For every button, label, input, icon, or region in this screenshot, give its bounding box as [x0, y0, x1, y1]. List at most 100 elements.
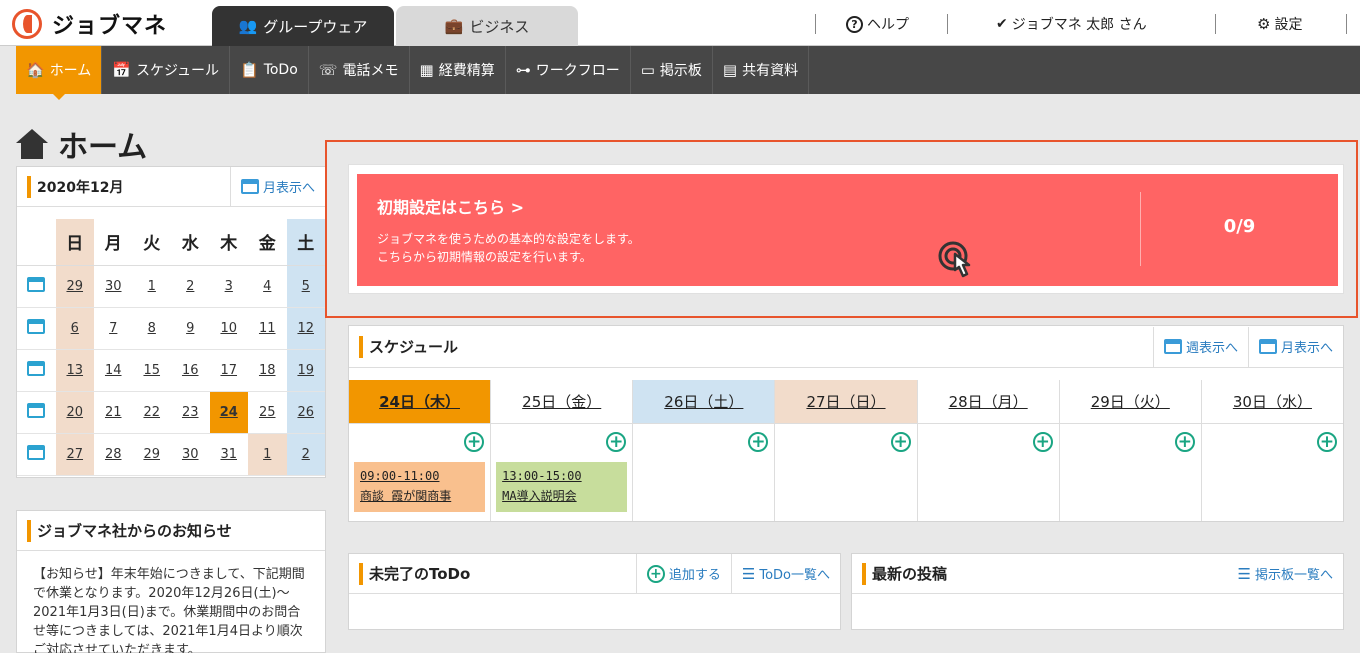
settings-link[interactable]: ⚙ 設定	[1257, 14, 1302, 34]
day-cell[interactable]: 18	[248, 349, 287, 392]
day-cell[interactable]: 22	[132, 391, 171, 434]
day-header[interactable]: 30日（水）	[1201, 380, 1343, 424]
day-cell[interactable]: 9	[171, 307, 210, 350]
day-link[interactable]: 16	[182, 363, 199, 378]
day-link[interactable]: 14	[105, 363, 122, 378]
week-view-icon[interactable]	[17, 265, 56, 308]
day-cell[interactable]: 15	[132, 349, 171, 392]
nav-home[interactable]: 🏠 ホーム	[16, 46, 103, 100]
day-cell[interactable]: 5	[286, 265, 325, 308]
day-link[interactable]: 30	[105, 279, 122, 294]
day-cell[interactable]: 12	[286, 307, 325, 350]
app-logo[interactable]: ジョブマネ	[12, 8, 167, 40]
day-cell[interactable]: 10	[209, 307, 248, 350]
day-link[interactable]: 13	[66, 363, 83, 378]
day-link[interactable]: 29	[143, 447, 160, 462]
day-link[interactable]: 30	[182, 447, 199, 462]
day-header[interactable]: 29日（火）	[1059, 380, 1201, 424]
day-link[interactable]: 7	[109, 321, 117, 336]
add-event-icon[interactable]: +	[748, 432, 769, 452]
day-link[interactable]: 27	[66, 447, 83, 462]
day-link[interactable]: 15	[143, 363, 160, 378]
day-link[interactable]: 5	[302, 279, 310, 294]
day-link[interactable]: 11	[259, 321, 276, 336]
day-cell[interactable]: 17	[209, 349, 248, 392]
add-event-icon[interactable]: +	[1316, 432, 1337, 452]
day-cell[interactable]: 6	[55, 307, 94, 350]
day-link[interactable]: 24	[220, 405, 238, 420]
day-cell[interactable]: 8	[132, 307, 171, 350]
day-cell[interactable]: 16	[171, 349, 210, 392]
day-link[interactable]: 9	[186, 321, 194, 336]
day-link[interactable]: 2	[302, 447, 310, 462]
day-header[interactable]: 25日（金）	[491, 380, 633, 424]
day-link[interactable]: 18	[259, 363, 276, 378]
week-view-icon[interactable]	[17, 349, 56, 392]
day-cell[interactable]: 19	[286, 349, 325, 392]
tab-business[interactable]: 💼 ビジネス	[396, 6, 578, 46]
add-todo-button[interactable]: + 追加する	[635, 553, 731, 594]
day-cell[interactable]: 23	[171, 391, 210, 434]
add-event-icon[interactable]: +	[890, 432, 911, 452]
day-link[interactable]: 19	[297, 363, 314, 378]
day-header-label[interactable]: 28日（月）	[949, 391, 1028, 412]
day-cell[interactable]: 25	[248, 391, 287, 434]
week-view-icon[interactable]	[17, 307, 56, 350]
day-cell[interactable]: 30	[171, 433, 210, 476]
day-link[interactable]: 17	[220, 363, 237, 378]
day-header[interactable]: 27日（日）	[775, 380, 917, 424]
month-view-link[interactable]: 月表示へ	[229, 166, 325, 207]
day-link[interactable]: 28	[105, 447, 122, 462]
day-cell[interactable]: 3	[209, 265, 248, 308]
day-cell[interactable]: 31	[209, 433, 248, 476]
day-cell[interactable]: 20	[55, 391, 94, 434]
day-link[interactable]: 10	[220, 321, 237, 336]
help-link[interactable]: ? ヘルプ	[846, 14, 909, 34]
tab-groupware[interactable]: 👥 グループウェア	[212, 6, 394, 46]
day-cell[interactable]: 21	[94, 391, 133, 434]
day-link[interactable]: 8	[148, 321, 156, 336]
nav-phone-memo[interactable]: ☏ 電話メモ	[309, 46, 410, 94]
nav-workflow[interactable]: ⊶ ワークフロー	[506, 46, 631, 94]
day-cell[interactable]: 29	[132, 433, 171, 476]
day-cell[interactable]: 1	[248, 433, 287, 476]
day-header-label[interactable]: 29日（火）	[1091, 391, 1170, 412]
day-cell-today[interactable]: 24	[209, 391, 248, 434]
day-cell[interactable]: 26	[286, 391, 325, 434]
month-view-link[interactable]: 月表示へ	[1247, 326, 1343, 367]
setup-title[interactable]: 初期設定はこちら >	[377, 194, 524, 218]
day-link[interactable]: 4	[263, 279, 271, 294]
schedule-event[interactable]: 13:00-15:00 MA導入説明会	[496, 462, 628, 512]
day-cell[interactable]: 4	[248, 265, 287, 308]
day-cell[interactable]: 1	[132, 265, 171, 308]
day-link[interactable]: 23	[182, 405, 199, 420]
day-header-label[interactable]: 25日（金）	[522, 391, 601, 412]
day-cell[interactable]: 13	[55, 349, 94, 392]
week-view-icon[interactable]	[17, 391, 56, 434]
todo-list-link[interactable]: ☰ ToDo一覧へ	[730, 553, 840, 594]
user-menu[interactable]: ✔ ジョブマネ 太郎 さん	[996, 14, 1147, 34]
day-link[interactable]: 3	[225, 279, 233, 294]
setup-banner[interactable]: 初期設定はこちら > ジョブマネを使うための基本的な設定をします。 こちらから初…	[357, 174, 1338, 286]
week-view-link[interactable]: 週表示へ	[1152, 326, 1248, 367]
schedule-event[interactable]: 09:00-11:00 商談 霞が関商事	[354, 462, 485, 512]
week-view-icon[interactable]	[17, 433, 56, 476]
nav-shared-docs[interactable]: ▤ 共有資料	[713, 46, 810, 94]
day-header-label[interactable]: 27日（日）	[806, 391, 885, 412]
day-link[interactable]: 25	[259, 405, 276, 420]
day-link[interactable]: 31	[220, 447, 237, 462]
day-link[interactable]: 1	[148, 279, 156, 294]
day-link[interactable]: 12	[297, 321, 314, 336]
nav-expenses[interactable]: ▦ 経費精算	[410, 46, 506, 94]
day-cell[interactable]: 7	[94, 307, 133, 350]
day-cell[interactable]: 27	[55, 433, 94, 476]
day-link[interactable]: 29	[66, 279, 83, 294]
day-cell[interactable]: 2	[171, 265, 210, 308]
add-event-icon[interactable]: +	[606, 432, 627, 452]
day-cell[interactable]: 30	[94, 265, 133, 308]
nav-todo[interactable]: 📋 ToDo	[230, 46, 309, 94]
day-link[interactable]: 26	[297, 405, 314, 420]
day-header-label[interactable]: 30日（水）	[1233, 391, 1312, 412]
day-link[interactable]: 20	[66, 405, 83, 420]
day-header-today[interactable]: 24日（木）	[349, 380, 491, 424]
